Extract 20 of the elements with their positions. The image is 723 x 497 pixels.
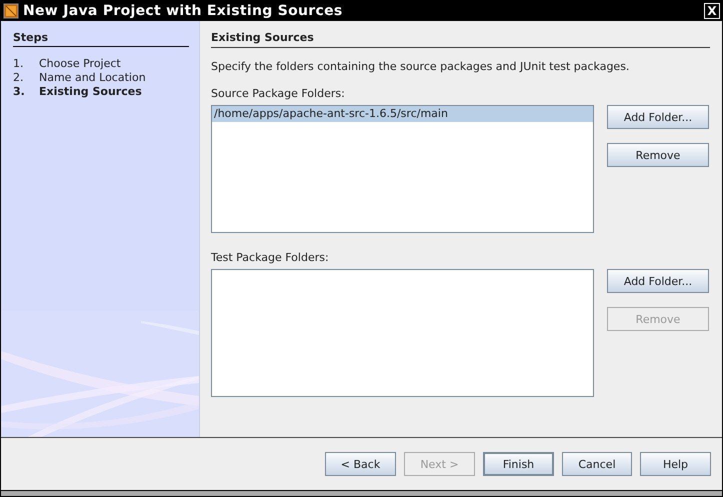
description-text: Specify the folders containing the source packages and JUnit test packages.: [211, 60, 630, 73]
help-button[interactable]: Help: [640, 452, 711, 476]
step-item: 1. Choose Project: [13, 57, 122, 71]
add-folder-button[interactable]: Add Folder...: [607, 105, 709, 129]
folder-list[interactable]: /home/apps/apache-ant-src-1.6.5/src/main: [211, 105, 594, 233]
steps-heading: Steps: [13, 31, 189, 47]
finish-button[interactable]: Finish: [483, 452, 554, 476]
folder-list[interactable]: [211, 269, 594, 397]
step-item: 3. Existing Sources: [13, 85, 143, 99]
remove-button[interactable]: Remove: [607, 143, 709, 167]
folder-item[interactable]: /home/apps/apache-ant-src-1.6.5/src/main: [212, 106, 593, 122]
list-label: Source Package Folders:: [211, 87, 346, 100]
cancel-button[interactable]: Cancel: [562, 452, 632, 476]
back-button[interactable]: < Back: [325, 452, 396, 476]
add-folder-button[interactable]: Add Folder...: [607, 269, 709, 293]
window-title: New Java Project with Existing Sources: [23, 3, 344, 19]
panel-heading: Existing Sources: [211, 31, 710, 48]
step-item: 2. Name and Location: [13, 71, 147, 85]
list-label: Test Package Folders:: [211, 251, 330, 264]
close-button[interactable]: X: [704, 3, 720, 19]
